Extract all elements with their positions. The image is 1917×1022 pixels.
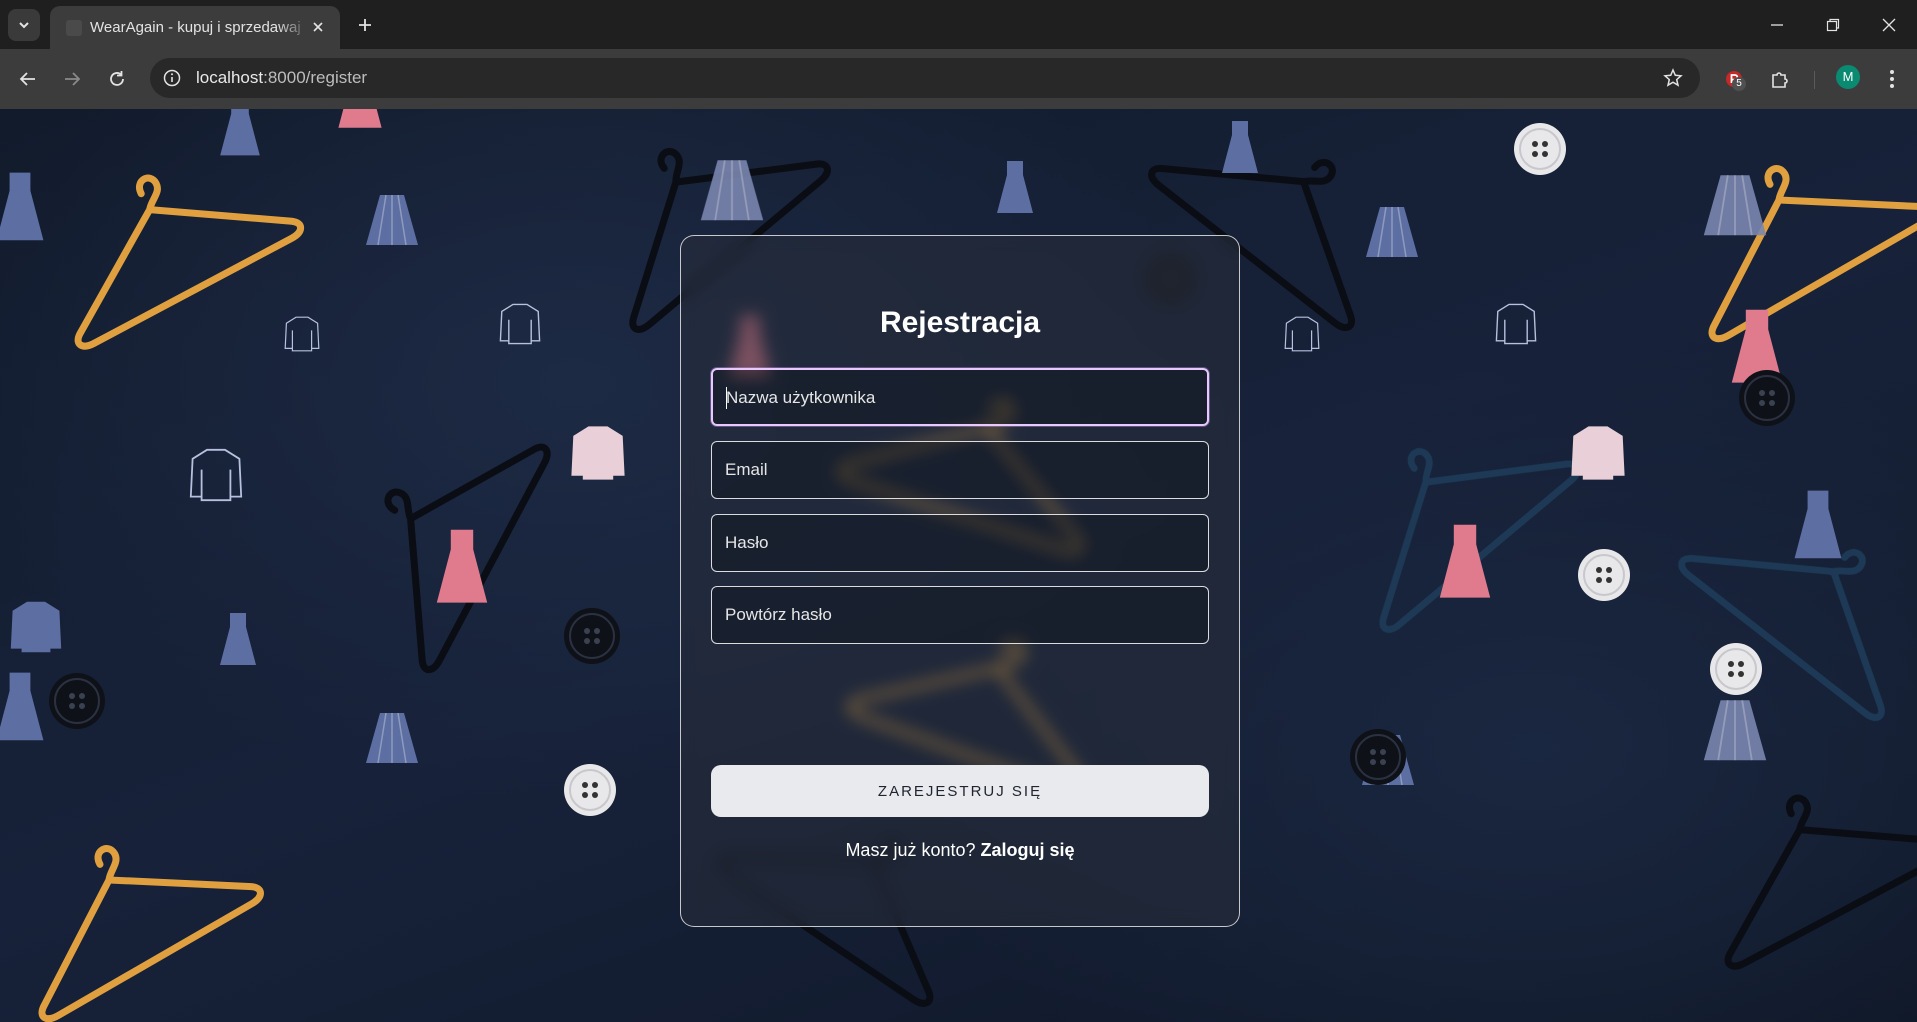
button-white [1709, 642, 1763, 696]
username-field[interactable]: Nazwa użytkownika [711, 368, 1209, 426]
login-prompt-line: Masz już konto? Zaloguj się [681, 840, 1239, 861]
browser-menu-button[interactable] [1878, 65, 1906, 93]
reload-button[interactable] [103, 65, 131, 93]
button-white [563, 763, 617, 817]
button-black [1738, 369, 1796, 427]
button-black [1349, 728, 1407, 786]
active-tab[interactable]: WearAgain - kupuj i sprzedawaj [50, 6, 340, 49]
plus-icon [359, 19, 371, 31]
close-icon [1882, 18, 1896, 32]
address-bar[interactable]: localhost:8000/register [150, 58, 1700, 98]
reload-icon [110, 71, 124, 86]
url-path: :8000/register [263, 68, 368, 87]
favicon-icon [66, 20, 82, 36]
page-title: Rejestracja [879, 306, 1041, 339]
new-tab-button[interactable] [352, 12, 378, 38]
url-text: localhost:8000/register [196, 68, 367, 88]
browser-toolbar: localhost:8000/register 5 M [0, 49, 1917, 109]
extension-button[interactable]: 5 [1720, 65, 1748, 93]
username-placeholder: Nazwa użytkownika [726, 388, 876, 407]
arrow-right-icon [65, 72, 81, 86]
button-black [48, 672, 106, 730]
login-link[interactable]: Zaloguj się [981, 840, 1075, 860]
toolbar-divider [1814, 71, 1815, 89]
tab-close-button[interactable] [308, 17, 328, 37]
register-button[interactable]: ZAREJESTRUJ SIĘ [711, 765, 1209, 817]
extension-badge: 5 [1732, 77, 1746, 91]
button-white [1513, 122, 1567, 176]
email-field[interactable]: Email [711, 441, 1209, 499]
tab-title: WearAgain - kupuj i sprzedawaj [90, 19, 301, 36]
back-button[interactable] [14, 65, 42, 93]
star-icon [1663, 68, 1683, 87]
forward-button[interactable] [58, 65, 86, 93]
button-white [1577, 548, 1631, 602]
password-repeat-placeholder: Powtórz hasło [725, 605, 832, 624]
password-placeholder: Hasło [725, 533, 769, 552]
button-black [563, 607, 621, 665]
password-repeat-field[interactable]: Powtórz hasło [711, 586, 1209, 644]
puzzle-icon [1772, 72, 1788, 88]
page-viewport: Rejestracja Nazwa użytkownika Email Hasł… [0, 109, 1917, 1022]
minimize-button[interactable] [1764, 12, 1790, 38]
restore-button[interactable] [1820, 12, 1846, 38]
register-card: Rejestracja Nazwa użytkownika Email Hasł… [680, 235, 1240, 927]
window-close-button[interactable] [1876, 12, 1902, 38]
password-field[interactable]: Hasło [711, 514, 1209, 572]
extensions-menu-button[interactable] [1766, 65, 1794, 93]
browser-tab-bar: WearAgain - kupuj i sprzedawaj [0, 0, 1917, 49]
restore-icon [1826, 18, 1840, 32]
email-placeholder: Email [725, 460, 768, 479]
login-prompt-text: Masz już konto? [845, 840, 976, 860]
close-icon [313, 22, 323, 32]
tab-search-button[interactable] [8, 9, 40, 41]
chevron-down-icon [19, 22, 29, 29]
more-vertical-icon [1890, 70, 1894, 88]
site-info-icon[interactable] [162, 68, 182, 88]
bookmark-star-button[interactable] [1662, 67, 1684, 89]
profile-avatar[interactable]: M [1836, 65, 1860, 89]
minimize-icon [1771, 24, 1783, 26]
arrow-left-icon [19, 72, 35, 86]
url-host: localhost [196, 68, 264, 87]
info-icon [163, 69, 181, 87]
